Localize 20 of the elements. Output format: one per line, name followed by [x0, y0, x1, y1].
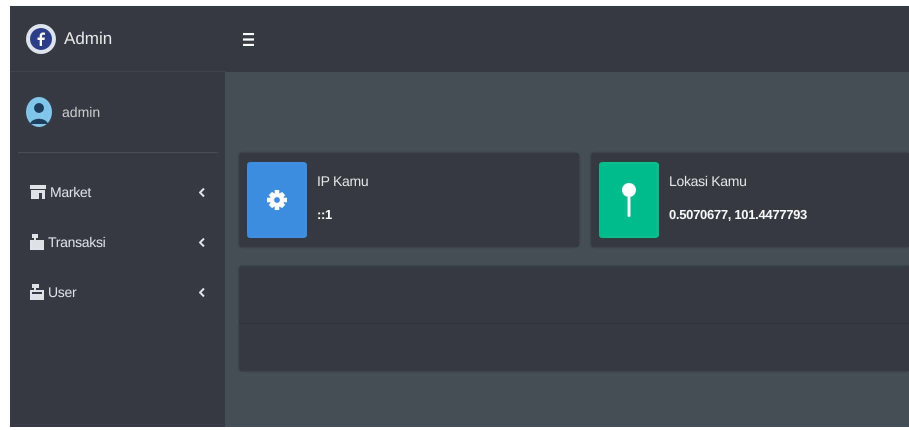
info-value: 0.5070677, 101.4477793: [669, 207, 807, 222]
info-title: Lokasi Kamu: [669, 173, 748, 189]
info-value: ::1: [317, 207, 333, 222]
brand-logo: [26, 24, 56, 54]
user-name[interactable]: admin: [62, 104, 100, 120]
avatar-icon: [26, 97, 52, 127]
sidebar-item[interactable]: Transaksi: [10, 231, 225, 253]
gear-icon: [267, 189, 287, 211]
sidebar-item[interactable]: User: [10, 281, 225, 303]
chevron-icon: [199, 238, 205, 246]
store-icon: [30, 185, 46, 199]
chevron-icon: [199, 288, 205, 296]
register-icon: [30, 234, 44, 250]
chevron-icon: [199, 188, 205, 196]
pin-icon: [622, 183, 636, 217]
info-title: IP Kamu: [317, 173, 368, 189]
register-icon: [30, 284, 44, 300]
menu-icon: [243, 32, 254, 46]
sidebar-item[interactable]: Market: [10, 181, 225, 203]
brand-title[interactable]: Admin: [64, 28, 112, 48]
